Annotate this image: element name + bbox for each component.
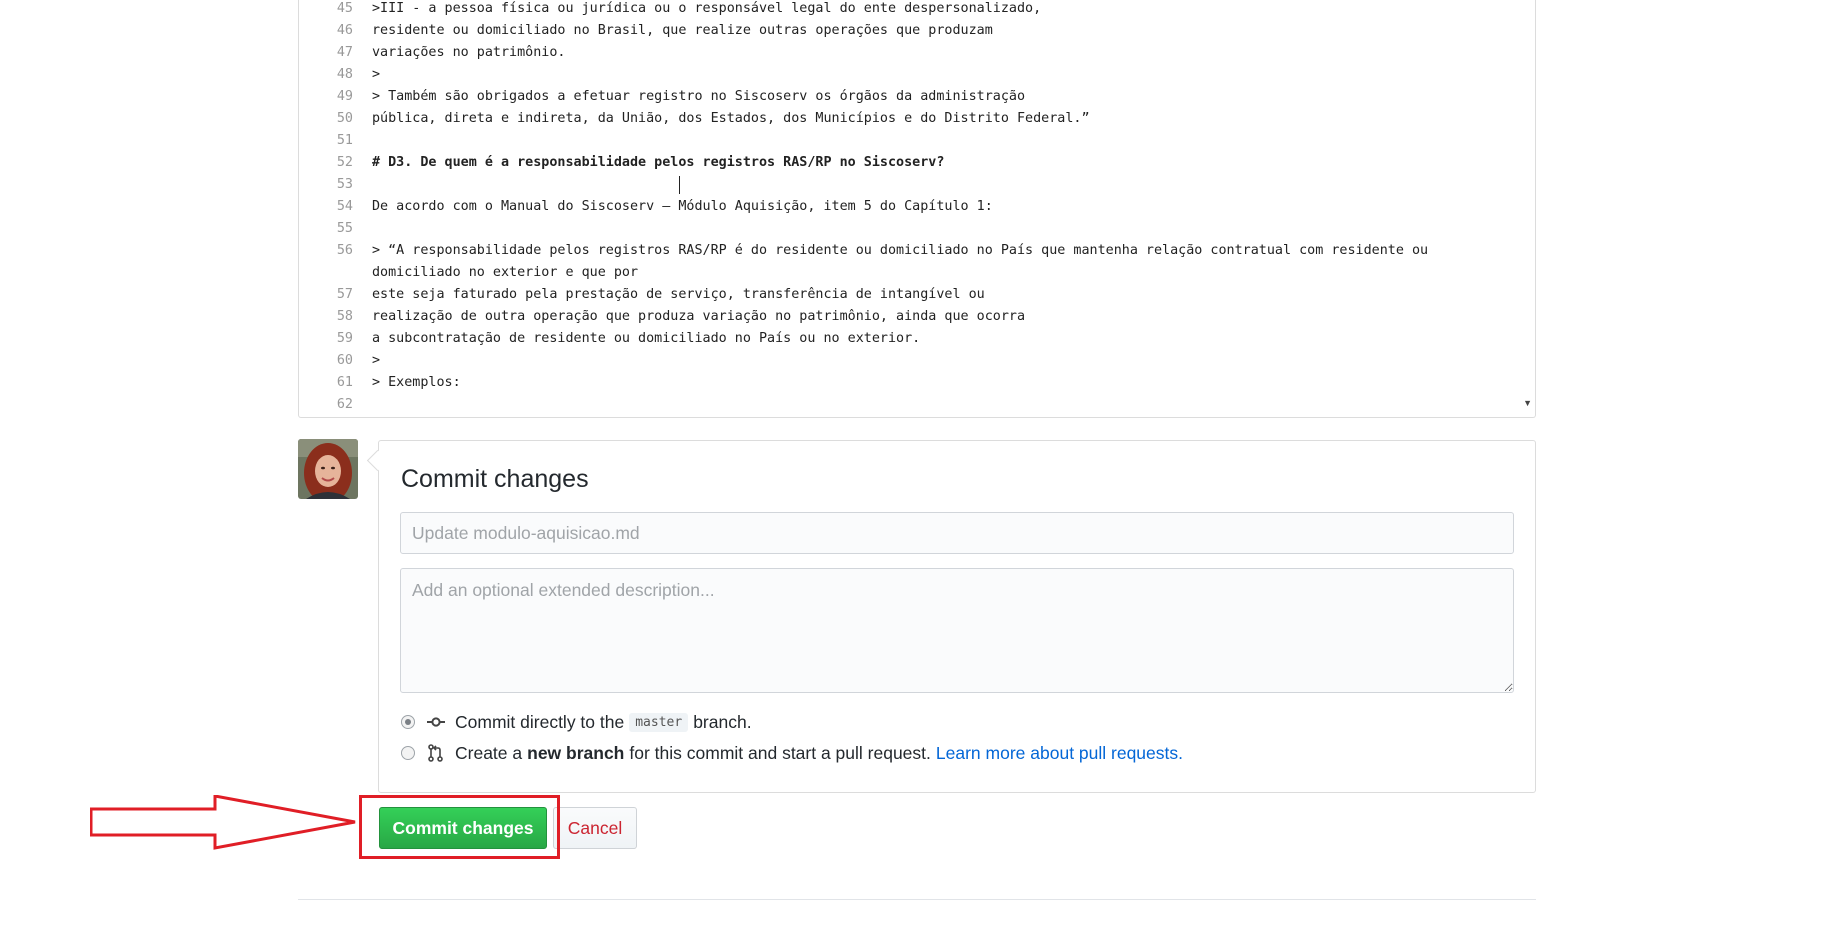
line-number: 56 bbox=[336, 243, 353, 258]
line-number: 58 bbox=[336, 309, 353, 324]
line-text: >III - a pessoa física ou jurídica ou o … bbox=[372, 1, 1042, 16]
line-text: > bbox=[372, 353, 381, 368]
line-text: pública, direta e indireta, da União, do… bbox=[372, 111, 1090, 126]
line-number: 45 bbox=[336, 1, 353, 16]
red-arrow-annotation-icon bbox=[90, 795, 356, 850]
line-number: 61 bbox=[336, 375, 353, 390]
commit-form-title: Commit changes bbox=[401, 465, 589, 493]
commit-form: Commit changes Commit directly to the ma… bbox=[378, 440, 1536, 793]
line-text: realização de outra operação que produza… bbox=[372, 309, 1026, 324]
line-number: 46 bbox=[336, 23, 353, 38]
annotation-highlight-box bbox=[359, 795, 560, 859]
line-number: 49 bbox=[336, 89, 353, 104]
line-text: este seja faturado pela prestação de ser… bbox=[372, 287, 985, 302]
line-text: > Também são obrigados a efetuar registr… bbox=[372, 89, 1026, 104]
commit-description-input[interactable] bbox=[400, 568, 1514, 693]
line-text: domiciliado no exterior e que por bbox=[372, 265, 639, 280]
learn-more-pull-requests-link[interactable]: Learn more about pull requests. bbox=[936, 743, 1183, 764]
line-text: De acordo com o Manual do Siscoserv – Mó… bbox=[372, 199, 993, 214]
line-number: 50 bbox=[336, 111, 353, 126]
line-text: > bbox=[372, 67, 381, 82]
cancel-button[interactable]: Cancel bbox=[553, 807, 637, 849]
line-number: 62 bbox=[336, 397, 353, 412]
line-text: variações no patrimônio. bbox=[372, 45, 566, 60]
code-editor[interactable]: 45 >III - a pessoa física ou jurídica ou … bbox=[298, 0, 1536, 418]
radio-commit-direct[interactable] bbox=[401, 715, 415, 729]
line-number: 59 bbox=[336, 331, 353, 346]
new-branch-bold: new branch bbox=[527, 742, 625, 763]
branch-name: master bbox=[629, 712, 689, 732]
line-text: a subcontratação de residente ou domicil… bbox=[372, 331, 921, 346]
git-commit-icon bbox=[427, 713, 445, 731]
git-pull-request-icon bbox=[427, 744, 445, 762]
line-number: 51 bbox=[336, 133, 353, 148]
commit-direct-option[interactable]: Commit directly to the master branch. bbox=[401, 709, 752, 735]
commit-direct-prefix: Commit directly to the bbox=[455, 711, 625, 732]
new-branch-option[interactable]: Create a new branch for this commit and … bbox=[401, 740, 1183, 766]
scroll-down-arrow-icon[interactable]: ▼ bbox=[1523, 398, 1532, 408]
avatar bbox=[298, 439, 358, 499]
line-text: > Exemplos: bbox=[372, 375, 461, 390]
line-number: 48 bbox=[336, 67, 353, 82]
new-branch-prefix: Create a bbox=[455, 742, 523, 763]
commit-direct-suffix: branch. bbox=[693, 711, 752, 732]
line-text: > “A responsabilidade pelos registros RA… bbox=[372, 243, 1429, 258]
text-cursor bbox=[679, 176, 680, 194]
line-number: 57 bbox=[336, 287, 353, 302]
new-branch-suffix: for this commit and start a pull request… bbox=[629, 742, 931, 763]
radio-new-branch[interactable] bbox=[401, 746, 415, 760]
heading-line-text: # D3. De quem é a responsabilidade pelos… bbox=[372, 155, 945, 170]
divider bbox=[298, 899, 1536, 900]
line-text: residente ou domiciliado no Brasil, que … bbox=[372, 23, 993, 38]
line-number: 53 bbox=[336, 177, 353, 192]
line-number: 47 bbox=[336, 45, 353, 60]
commit-summary-input[interactable] bbox=[400, 512, 1514, 554]
line-number: 54 bbox=[336, 199, 353, 214]
line-number: 55 bbox=[336, 221, 353, 236]
line-number: 60 bbox=[336, 353, 353, 368]
line-number: 52 bbox=[336, 155, 353, 170]
